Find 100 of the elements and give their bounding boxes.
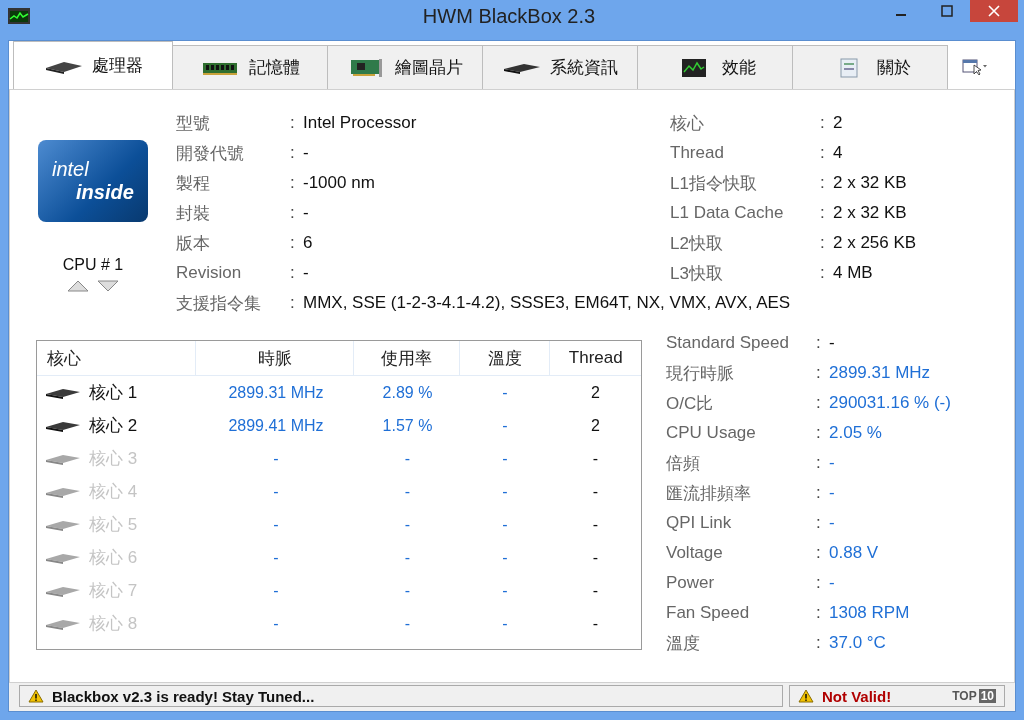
spec-value: 4 MB (833, 263, 873, 283)
tab[interactable]: 系統資訊 (482, 45, 638, 89)
close-button[interactable] (970, 0, 1018, 22)
spec-value: - (303, 203, 309, 223)
separator: : (816, 363, 822, 383)
separator: : (820, 143, 826, 163)
column-header[interactable]: 溫度 (459, 341, 551, 375)
sensor-label: Fan Speed (666, 603, 751, 623)
table-cell-text: - (272, 614, 280, 633)
tab[interactable]: 處理器 (13, 41, 173, 89)
separator: : (290, 113, 296, 133)
spec-value: 6 (303, 233, 313, 253)
spec-value: Intel Processor (303, 113, 417, 133)
table-cell-text: - (403, 581, 412, 600)
separator: : (816, 513, 822, 533)
top-ten-badge[interactable]: TOP 10 (952, 689, 996, 703)
core-name: 核心 5 (89, 514, 138, 536)
tab[interactable]: 關於 (792, 45, 948, 89)
spec-label: Thread (670, 143, 725, 163)
sensor-value: 2.05 % (829, 423, 882, 443)
spec-value: -1000 nm (303, 173, 375, 193)
core-name: 核心 3 (89, 448, 138, 470)
separator: : (290, 233, 296, 253)
spec-value: 2 x 32 KB (833, 203, 907, 223)
column-header[interactable]: 核心 (37, 341, 197, 375)
spec-value: 4 (833, 143, 843, 163)
minimize-icon (896, 14, 906, 16)
separator: : (816, 393, 822, 413)
spec-label: 開發代號 (176, 142, 245, 165)
spec-label: 支援指令集 (176, 292, 262, 315)
separator: : (816, 483, 822, 503)
spec-value: MMX, SSE (1-2-3-4.1-4.2), SSSE3, EM64T, NX, VMX, AVX, AES (303, 293, 791, 313)
separator: : (816, 603, 822, 623)
table-cell-text: - (403, 449, 412, 468)
table-cell-text: - (403, 548, 412, 567)
sensor-label: 倍頻 (666, 452, 701, 475)
sensor-value: - (829, 573, 835, 593)
up-arrow-icon[interactable] (67, 280, 89, 292)
status-message: Blackbox v2.3 is ready! Stay Tuned... (52, 687, 315, 705)
down-arrow-icon[interactable] (97, 280, 119, 292)
cpu-number-label: CPU # 1 (62, 256, 124, 274)
table-cell-text: - (272, 449, 280, 468)
sensor-label: QPI Link (666, 513, 733, 533)
spec-value: 2 (833, 113, 843, 133)
table-cell-text: - (501, 614, 509, 633)
table-cell-text: - (591, 614, 600, 633)
table-cell-text: - (501, 449, 509, 468)
sensor-label: Power (666, 573, 716, 593)
sensor-label: 現行時脈 (666, 362, 735, 385)
separator: : (816, 633, 822, 653)
spec-label: 製程 (176, 172, 211, 195)
column-header[interactable]: 使用率 (354, 341, 460, 375)
core-name: 核心 2 (89, 415, 138, 437)
tab[interactable]: 記憶體 (172, 45, 328, 89)
separator: : (820, 233, 826, 253)
separator: : (290, 173, 296, 193)
table-cell-text: 2 (590, 383, 601, 402)
table-cell-text: - (501, 416, 509, 435)
spec-label: L1 Data Cache (670, 203, 785, 223)
sensor-value: - (829, 513, 835, 533)
separator: : (820, 113, 826, 133)
separator: : (816, 423, 822, 443)
separator: : (816, 333, 822, 353)
table-cell-text: - (272, 581, 280, 600)
spec-label: L1指令快取 (670, 172, 758, 195)
app-icon (8, 8, 30, 24)
core-name: 核心 8 (89, 613, 138, 635)
core-name: 核心 4 (89, 481, 138, 503)
sensor-value: 290031.16 % (-) (829, 393, 951, 413)
separator: : (816, 453, 822, 473)
maximize-icon (941, 5, 953, 17)
close-icon (988, 5, 1000, 17)
table-cell-text: - (272, 515, 280, 534)
tab[interactable]: 效能 (637, 45, 793, 89)
table-cell-text: - (501, 383, 509, 402)
separator: : (290, 143, 296, 163)
column-header[interactable]: 時脈 (196, 341, 355, 375)
warning-icon (28, 689, 44, 703)
spec-label: L3快取 (670, 262, 724, 285)
spec-label: Revision (176, 263, 243, 283)
table-cell-text: - (501, 515, 509, 534)
column-header[interactable]: Thread (550, 341, 641, 375)
sensor-value: - (829, 483, 835, 503)
window-pointer-icon (962, 58, 988, 76)
table-cell-text: 2.89 % (381, 383, 434, 402)
sensor-value: - (829, 453, 835, 473)
table-cell-text: - (591, 548, 600, 567)
separator: : (290, 203, 296, 223)
separator: : (820, 203, 826, 223)
sensor-value: 37.0 °C (829, 633, 886, 653)
sensor-label: Standard Speed (666, 333, 790, 353)
separator: : (816, 573, 822, 593)
spec-value: - (303, 143, 309, 163)
table-cell-text: - (591, 581, 600, 600)
table-cell-text: 2899.41 MHz (227, 416, 325, 435)
window-title: HWM BlackBox 2.3 (421, 4, 597, 28)
sensor-label: CPU Usage (666, 423, 757, 443)
table-cell-text: - (403, 515, 412, 534)
tab[interactable]: 繪圖晶片 (327, 45, 483, 89)
core-name: 核心 7 (89, 580, 138, 602)
